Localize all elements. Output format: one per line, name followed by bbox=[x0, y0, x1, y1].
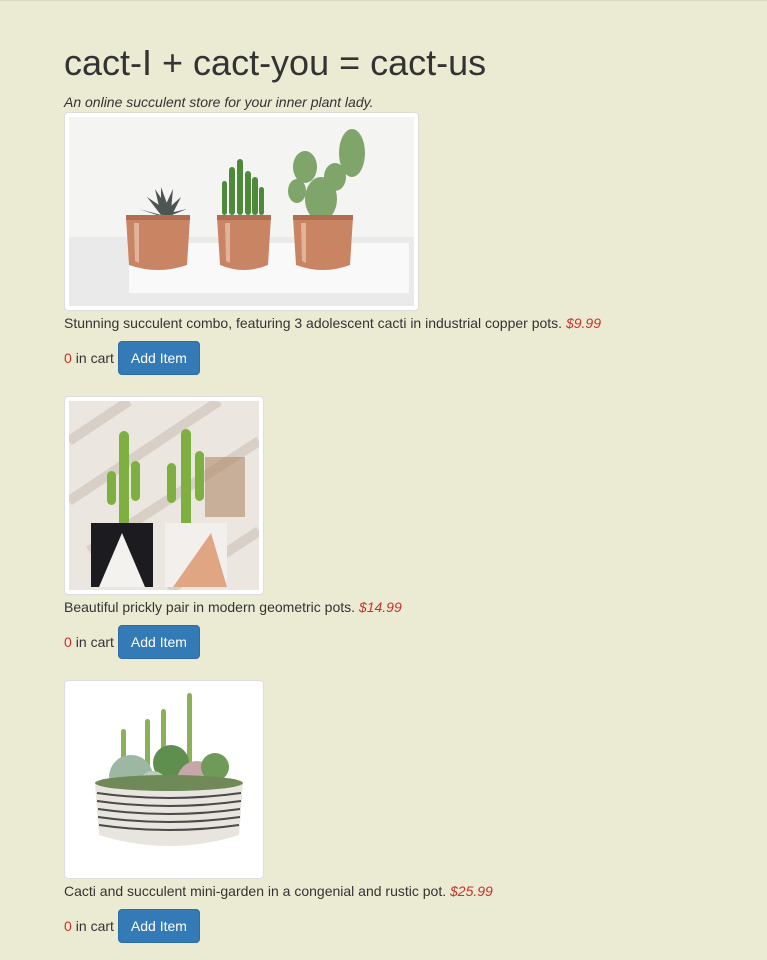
description-text: Cacti and succulent mini-garden in a con… bbox=[64, 883, 447, 899]
product-card: Beautiful prickly pair in modern geometr… bbox=[64, 396, 402, 659]
cart-row: 0 in cart Add Item bbox=[64, 625, 200, 659]
cart-label: in cart bbox=[75, 918, 114, 934]
description-text: Stunning succulent combo, featuring 3 ad… bbox=[64, 315, 563, 331]
add-item-button[interactable]: Add Item bbox=[117, 625, 200, 659]
three-cacti-copper-pots-picture bbox=[69, 117, 414, 306]
product-description: Beautiful prickly pair in modern geometr… bbox=[64, 598, 402, 616]
page-title: cact-I + cact-you = cact-us bbox=[64, 42, 487, 83]
cart-row: 0 in cart Add Item bbox=[64, 341, 200, 375]
cart-label: in cart bbox=[75, 350, 114, 366]
tagline: An online succulent store for your inner… bbox=[64, 94, 374, 110]
product-card: Stunning succulent combo, featuring 3 ad… bbox=[64, 112, 601, 375]
product-card: Cacti and succulent mini-garden in a con… bbox=[64, 680, 493, 943]
product-price: $25.99 bbox=[450, 883, 493, 899]
product-price: $14.99 bbox=[358, 599, 402, 615]
product-description: Cacti and succulent mini-garden in a con… bbox=[64, 882, 493, 900]
add-item-button[interactable]: Add Item bbox=[117, 341, 200, 375]
product-image-geometric-pots bbox=[64, 396, 264, 595]
product-price: $9.99 bbox=[565, 315, 602, 331]
product-description: Stunning succulent combo, featuring 3 ad… bbox=[64, 314, 601, 332]
cart-count: 0 bbox=[64, 634, 72, 650]
cacti-geometric-pots-picture bbox=[69, 401, 259, 590]
cart-count: 0 bbox=[64, 350, 72, 366]
cart-label: in cart bbox=[75, 634, 114, 650]
cart-row: 0 in cart Add Item bbox=[64, 909, 200, 943]
product-image-mini-garden bbox=[64, 680, 264, 879]
product-image-copper-pots bbox=[64, 112, 419, 311]
add-item-button[interactable]: Add Item bbox=[117, 909, 200, 943]
cart-count: 0 bbox=[64, 918, 72, 934]
succulent-mini-garden-picture bbox=[69, 685, 259, 874]
description-text: Beautiful prickly pair in modern geometr… bbox=[64, 599, 356, 615]
